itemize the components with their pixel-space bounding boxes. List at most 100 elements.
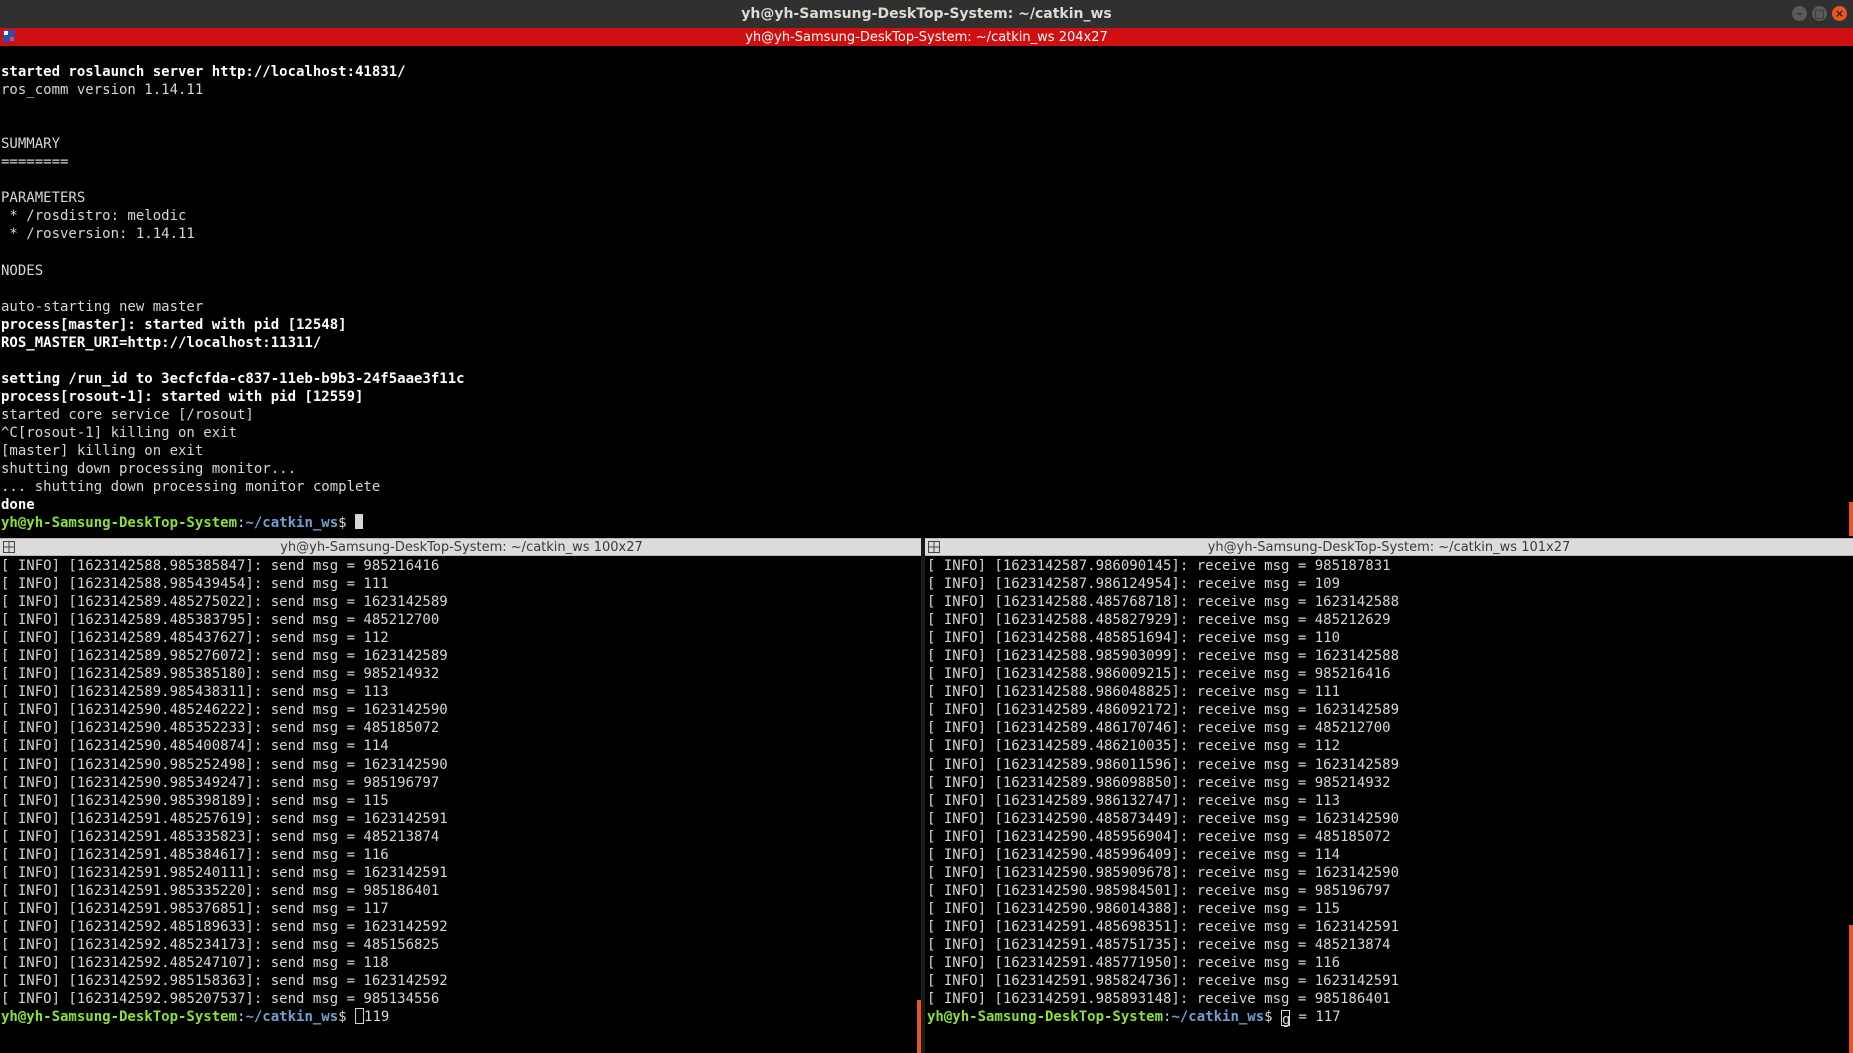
terminal-line: [ INFO] [1623142589.985438311]: send msg…	[1, 684, 389, 701]
terminal-line: [ INFO] [1623142590.985252498]: send msg…	[1, 756, 448, 773]
terminal-line: [ INFO] [1623142589.986098850]: receive …	[927, 774, 1391, 791]
minimize-icon[interactable]: –	[1792, 6, 1807, 21]
terminal-line: [master] killing on exit	[1, 442, 204, 459]
text-cursor	[355, 1008, 365, 1025]
terminal-line: [ INFO] [1623142591.985824736]: receive …	[927, 973, 1400, 990]
terminal-line: [ INFO] [1623142592.985158363]: send msg…	[1, 973, 448, 990]
terminal-line: [ INFO] [1623142587.986090145]: receive …	[927, 558, 1391, 574]
terminal-line: [ INFO] [1623142590.485400874]: send msg…	[1, 738, 389, 755]
terminal-line: [ INFO] [1623142592.485189633]: send msg…	[1, 918, 448, 935]
prompt-symbol: $	[1264, 1009, 1282, 1026]
pane-divider[interactable]	[921, 538, 925, 1053]
window-titlebar[interactable]: yh@yh-Samsung-DeskTop-System: ~/catkin_w…	[0, 0, 1853, 28]
top-terminal-output[interactable]: started roslaunch server http://localhos…	[0, 63, 1846, 536]
terminal-line: [ INFO] [1623142588.985385847]: send msg…	[1, 558, 440, 574]
terminal-line: NODES	[1, 262, 44, 279]
prompt-path: ~/catkin_ws	[1171, 1009, 1265, 1026]
prompt-input[interactable]: 119	[364, 1009, 389, 1025]
terminator-grid-icon[interactable]	[3, 541, 15, 553]
window-title: yh@yh-Samsung-DeskTop-System: ~/catkin_w…	[741, 6, 1112, 22]
left-pane-titlebar[interactable]: yh@yh-Samsung-DeskTop-System: ~/catkin_w…	[0, 538, 923, 556]
terminal-line: ========	[1, 154, 69, 171]
terminal-line: [ INFO] [1623142588.986009215]: receive …	[927, 666, 1391, 683]
text-cursor: g	[1281, 1010, 1291, 1029]
prompt-user: yh@yh-Samsung-DeskTop-System	[1, 1009, 238, 1026]
terminator-grid-icon[interactable]	[3, 30, 15, 42]
terminal-line: [ INFO] [1623142590.485246222]: send msg…	[1, 702, 448, 719]
prompt-symbol: $	[338, 515, 356, 532]
terminal-line: [ INFO] [1623142592.985207537]: send msg…	[1, 991, 440, 1008]
terminal-line: [ INFO] [1623142591.485335823]: send msg…	[1, 828, 440, 845]
top-pane-titlebar[interactable]: yh@yh-Samsung-DeskTop-System: ~/catkin_w…	[0, 28, 1853, 46]
terminal-line: [ INFO] [1623142590.485873449]: receive …	[927, 810, 1400, 827]
terminal-line: [ INFO] [1623142591.485698351]: receive …	[927, 918, 1400, 935]
terminal-line: PARAMETERS	[1, 190, 86, 207]
terminal-line: [ INFO] [1623142588.985439454]: send msg…	[1, 576, 389, 593]
terminal-line: [ INFO] [1623142592.485234173]: send msg…	[1, 936, 440, 953]
terminal-line: [ INFO] [1623142591.985893148]: receive …	[927, 991, 1391, 1008]
terminal-line: process[master]: started with pid [12548…	[1, 316, 347, 333]
terminal-line: [ INFO] [1623142591.485384617]: send msg…	[1, 846, 389, 863]
shell-prompt[interactable]: yh@yh-Samsung-DeskTop-System:~/catkin_ws…	[927, 1008, 1851, 1029]
terminal-line: * /rosversion: 1.14.11	[1, 226, 195, 243]
prompt-user: yh@yh-Samsung-DeskTop-System	[1, 515, 238, 532]
terminal-line: [ INFO] [1623142589.486092172]: receive …	[927, 702, 1400, 719]
terminal-line: [ INFO] [1623142591.985376851]: send msg…	[1, 900, 389, 917]
prompt-symbol: $	[338, 1009, 356, 1026]
right-pane-titlebar[interactable]: yh@yh-Samsung-DeskTop-System: ~/catkin_w…	[925, 538, 1853, 556]
terminal-line: [ INFO] [1623142590.985909678]: receive …	[927, 864, 1400, 881]
terminal-line: [ INFO] [1623142590.985398189]: send msg…	[1, 792, 389, 809]
terminal-line: [ INFO] [1623142589.485275022]: send msg…	[1, 594, 448, 611]
terminator-grid-icon[interactable]	[928, 541, 940, 553]
terminal-line: [ INFO] [1623142587.986124954]: receive …	[927, 576, 1341, 593]
terminal-line: [ INFO] [1623142588.986048825]: receive …	[927, 684, 1341, 701]
terminal-line: process[rosout-1]: started with pid [125…	[1, 388, 364, 405]
terminal-line: [ INFO] [1623142588.485768718]: receive …	[927, 594, 1400, 611]
terminal-line: [ INFO] [1623142588.485851694]: receive …	[927, 630, 1341, 647]
terminal-line: [ INFO] [1623142590.485996409]: receive …	[927, 846, 1341, 863]
terminal-line: [ INFO] [1623142591.485771950]: receive …	[927, 955, 1341, 972]
terminal-line: [ INFO] [1623142591.985335220]: send msg…	[1, 882, 440, 899]
terminal-line: [ INFO] [1623142589.985385180]: send msg…	[1, 666, 440, 683]
right-terminal-output[interactable]: [ INFO] [1623142587.986090145]: receive …	[926, 557, 1851, 1037]
top-pane-scrollbar[interactable]	[1849, 502, 1853, 536]
terminal-line: [ INFO] [1623142589.485383795]: send msg…	[1, 612, 440, 629]
terminal-line: [ INFO] [1623142590.485956904]: receive …	[927, 828, 1391, 845]
prompt-path: ~/catkin_ws	[245, 1009, 339, 1026]
terminal-line: started roslaunch server http://localhos…	[1, 64, 406, 80]
left-pane-scrollbar[interactable]	[917, 1000, 921, 1053]
terminal-line: [ INFO] [1623142590.985349247]: send msg…	[1, 774, 440, 791]
shell-prompt[interactable]: yh@yh-Samsung-DeskTop-System:~/catkin_ws…	[1, 514, 1846, 532]
close-icon[interactable]: ×	[1832, 6, 1847, 21]
terminal-line: started core service [/rosout]	[1, 406, 254, 423]
prompt-input[interactable]: = 117	[1290, 1009, 1340, 1025]
terminal-line: [ INFO] [1623142589.986011596]: receive …	[927, 756, 1400, 773]
terminal-line: shutting down processing monitor...	[1, 461, 297, 478]
terminal-line: ... shutting down processing monitor com…	[1, 479, 381, 496]
terminal-line: SUMMARY	[1, 136, 61, 153]
prompt-user: yh@yh-Samsung-DeskTop-System	[927, 1009, 1164, 1026]
terminal-line: * /rosdistro: melodic	[1, 208, 187, 225]
terminal-line: setting /run_id to 3ecfcfda-c837-11eb-b9…	[1, 370, 465, 387]
terminal-line: [ INFO] [1623142592.485247107]: send msg…	[1, 955, 389, 972]
right-pane-scrollbar[interactable]	[1849, 925, 1853, 1053]
maximize-icon[interactable]: □	[1812, 6, 1827, 21]
terminal-line: ros_comm version 1.14.11	[1, 82, 204, 99]
left-pane-title: yh@yh-Samsung-DeskTop-System: ~/catkin_w…	[280, 539, 643, 555]
terminal-line: [ INFO] [1623142589.985276072]: send msg…	[1, 648, 448, 665]
shell-prompt[interactable]: yh@yh-Samsung-DeskTop-System:~/catkin_ws…	[1, 1008, 919, 1026]
left-terminal-output[interactable]: [ INFO] [1623142588.985385847]: send msg…	[0, 557, 919, 1037]
terminal-line: [ INFO] [1623142590.985984501]: receive …	[927, 882, 1391, 899]
terminal-line: [ INFO] [1623142590.485352233]: send msg…	[1, 720, 440, 737]
terminal-line: [ INFO] [1623142588.985903099]: receive …	[927, 648, 1400, 665]
terminal-line: [ INFO] [1623142589.986132747]: receive …	[927, 792, 1341, 809]
terminal-line: [ INFO] [1623142590.986014388]: receive …	[927, 900, 1341, 917]
terminal-line: auto-starting new master	[1, 298, 204, 315]
terminal-line: ^C[rosout-1] killing on exit	[1, 424, 238, 441]
